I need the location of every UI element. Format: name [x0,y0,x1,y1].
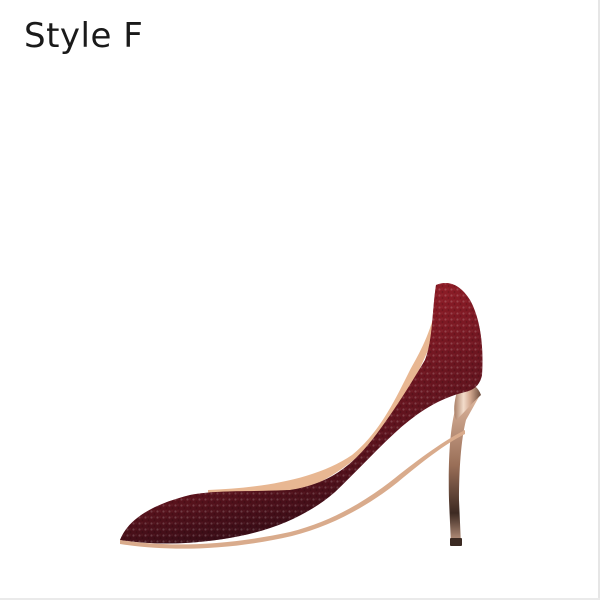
product-card: Style F [0,0,600,600]
high-heel-pump-icon [120,282,483,549]
style-label: Style F [24,16,144,56]
